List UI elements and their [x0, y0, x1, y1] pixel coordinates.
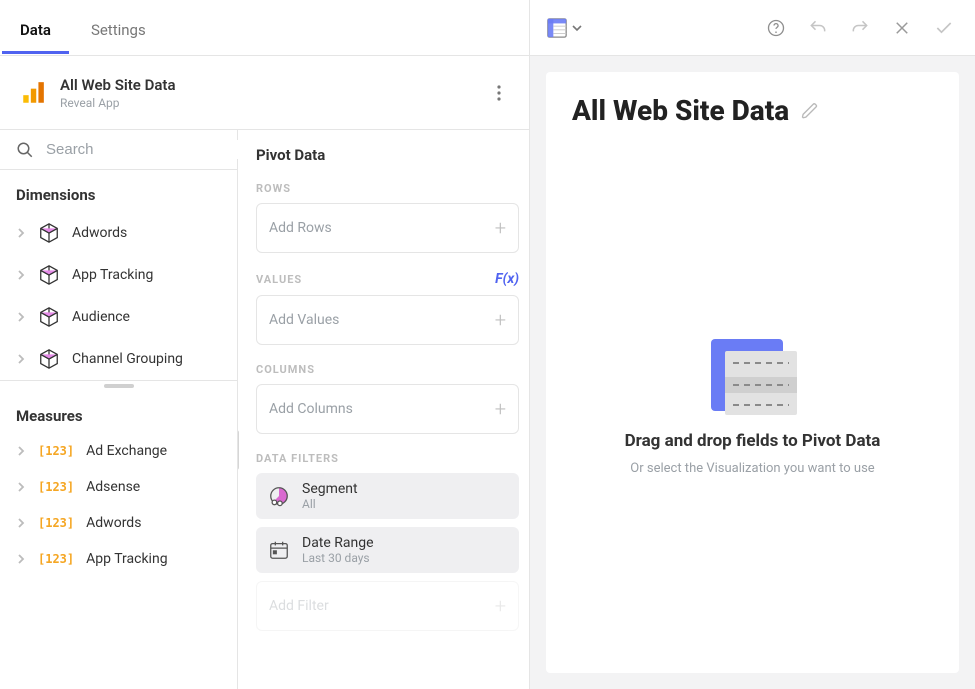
- datasource-header: All Web Site Data Reveal App: [0, 56, 529, 130]
- rows-placeholder: Add Rows: [269, 220, 332, 236]
- search-input[interactable]: [44, 140, 247, 159]
- cube-icon: [38, 222, 60, 244]
- close-button[interactable]: [887, 13, 917, 43]
- calendar-icon: [268, 539, 290, 561]
- values-label: Values F(x): [256, 271, 519, 287]
- field-label: Ad Exchange: [86, 443, 167, 459]
- measures-section: Measures 123 Ad Exchange 123 Adsense 123 Adwo…: [0, 391, 237, 689]
- chevron-right-icon: [16, 354, 26, 364]
- cube-icon: [38, 264, 60, 286]
- columns-label: Columns: [256, 363, 519, 376]
- measure-item[interactable]: 123 Adwords: [0, 505, 237, 541]
- filter-title: Date Range: [302, 535, 374, 551]
- dimension-item[interactable]: Audience: [0, 296, 237, 338]
- number-icon: 123: [38, 516, 74, 530]
- dimension-item[interactable]: Channel Grouping: [0, 338, 237, 380]
- measure-item[interactable]: 123 Adsense: [0, 469, 237, 505]
- measure-item[interactable]: 123 Ad Exchange: [0, 433, 237, 469]
- tab-data[interactable]: Data: [20, 3, 51, 53]
- measure-item[interactable]: 123 App Tracking: [0, 541, 237, 577]
- fx-button[interactable]: F(x): [495, 271, 519, 287]
- filter-chip[interactable]: Date RangeLast 30 days: [256, 527, 519, 573]
- number-icon: 123: [38, 480, 74, 494]
- search-icon: [16, 141, 34, 159]
- datasource-more-icon[interactable]: [489, 77, 509, 109]
- columns-placeholder: Add Columns: [269, 401, 353, 417]
- visualization-canvas: All Web Site Data: [546, 72, 959, 673]
- help-button[interactable]: [761, 13, 791, 43]
- chevron-right-icon: [16, 446, 26, 456]
- fields-panel: Dimensions Adwords App Tracking Audience Ch…: [0, 130, 238, 689]
- add-filter-placeholder: Add Filter: [269, 598, 329, 614]
- values-dropzone[interactable]: Add Values +: [256, 295, 519, 345]
- dimensions-section: Dimensions Adwords App Tracking Audience Ch…: [0, 170, 237, 381]
- filter-title: Segment: [302, 481, 358, 497]
- dimension-item[interactable]: App Tracking: [0, 254, 237, 296]
- field-label: Adsense: [86, 479, 140, 495]
- plus-icon: +: [495, 216, 506, 240]
- redo-button[interactable]: [845, 13, 875, 43]
- field-label: Channel Grouping: [72, 351, 183, 367]
- chevron-right-icon: [16, 228, 26, 238]
- empty-state-subtitle: Or select the Visualization you want to …: [630, 461, 874, 476]
- add-filter-dropzone[interactable]: Add Filter +: [256, 581, 519, 631]
- undo-button[interactable]: [803, 13, 833, 43]
- builder-tabs: Data Settings: [0, 0, 529, 56]
- filter-subtitle: All: [302, 497, 358, 511]
- rows-label: Rows: [256, 182, 519, 195]
- search-row: [0, 130, 237, 170]
- chevron-right-icon: [16, 482, 26, 492]
- canvas-panel: All Web Site Data: [530, 0, 975, 689]
- field-label: Adwords: [86, 515, 141, 531]
- number-icon: 123: [38, 444, 74, 458]
- empty-state: Drag and drop fields to Pivot Data Or se…: [572, 157, 933, 651]
- pivot-illustration-icon: [705, 333, 801, 421]
- resize-handle[interactable]: [0, 381, 237, 391]
- cube-icon: [38, 348, 60, 370]
- rows-dropzone[interactable]: Add Rows +: [256, 203, 519, 253]
- field-label: App Tracking: [86, 551, 167, 567]
- field-label: Adwords: [72, 225, 127, 241]
- pivot-title: Pivot Data: [256, 146, 519, 164]
- builder-panel: Data Settings All Web Site Data Reveal A…: [0, 0, 530, 689]
- datasource-title: All Web Site Data: [60, 76, 176, 94]
- plus-icon: +: [495, 308, 506, 332]
- number-icon: 123: [38, 552, 74, 566]
- chevron-right-icon: [16, 270, 26, 280]
- cube-icon: [38, 306, 60, 328]
- canvas-toolbar: [530, 0, 975, 56]
- dimension-item[interactable]: Adwords: [0, 212, 237, 254]
- canvas-title: All Web Site Data: [572, 94, 789, 127]
- visualization-selector[interactable]: [546, 17, 582, 39]
- filters-label: Data Filters: [256, 452, 519, 465]
- columns-dropzone[interactable]: Add Columns +: [256, 384, 519, 434]
- field-label: App Tracking: [72, 267, 153, 283]
- plus-icon: +: [495, 594, 506, 618]
- pivot-panel: Pivot Data Rows Add Rows + Values F(x) A…: [238, 130, 529, 689]
- chevron-right-icon: [16, 518, 26, 528]
- analytics-icon: [20, 80, 46, 106]
- filter-chip[interactable]: SegmentAll: [256, 473, 519, 519]
- filter-subtitle: Last 30 days: [302, 551, 374, 565]
- values-placeholder: Add Values: [269, 312, 339, 328]
- datasource-subtitle: Reveal App: [60, 96, 176, 110]
- measures-title: Measures: [0, 391, 237, 433]
- chevron-down-icon: [572, 23, 582, 33]
- dimensions-title: Dimensions: [0, 170, 237, 212]
- chevron-right-icon: [16, 554, 26, 564]
- empty-state-title: Drag and drop fields to Pivot Data: [625, 431, 881, 451]
- field-label: Audience: [72, 309, 130, 325]
- tab-settings[interactable]: Settings: [91, 3, 146, 53]
- edit-title-button[interactable]: [801, 102, 819, 120]
- segment-icon: [268, 485, 290, 507]
- chevron-right-icon: [16, 312, 26, 322]
- plus-icon: +: [495, 397, 506, 421]
- confirm-button[interactable]: [929, 13, 959, 43]
